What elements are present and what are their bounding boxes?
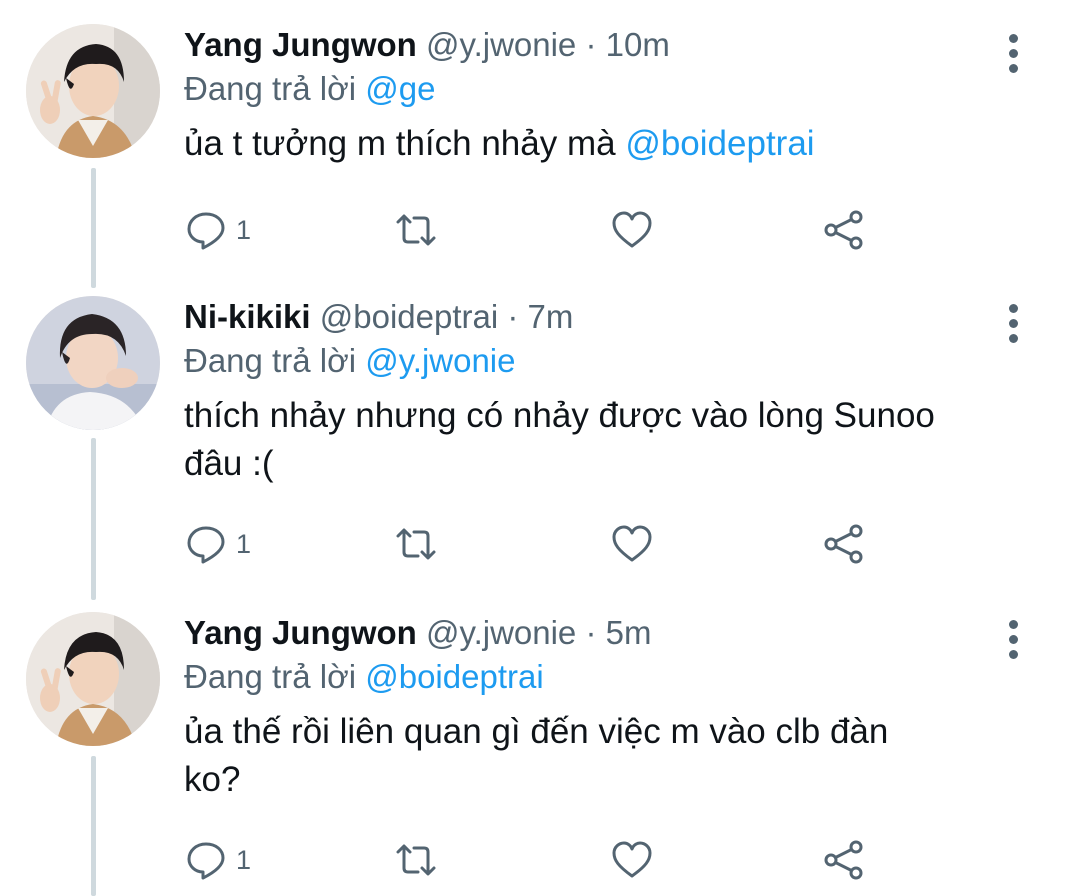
tweet-text-part: ủa t tưởng m thích nhảy mà bbox=[184, 124, 626, 163]
display-name[interactable]: Yang Jungwon bbox=[184, 26, 417, 63]
tweet-header: Yang Jungwon @y.jwonie · 10m bbox=[184, 24, 1020, 66]
tweet-actions: 1 bbox=[184, 208, 884, 256]
thread-line bbox=[91, 168, 96, 288]
tweet-text: ủa thế rồi liên quan gì đến việc m vào c… bbox=[184, 708, 1020, 804]
replying-to-mention[interactable]: @y.jwonie bbox=[365, 342, 515, 379]
reply-icon bbox=[187, 842, 225, 880]
reply-button[interactable]: 1 bbox=[184, 208, 251, 252]
handle[interactable]: @y.jwonie bbox=[426, 26, 576, 63]
more-options-icon[interactable] bbox=[1006, 304, 1020, 343]
separator: · bbox=[585, 614, 597, 651]
timestamp[interactable]: 5m bbox=[606, 614, 652, 651]
like-button[interactable] bbox=[610, 838, 654, 882]
more-options-icon[interactable] bbox=[1006, 34, 1020, 73]
tweet-actions: 1 bbox=[184, 838, 884, 886]
like-icon bbox=[612, 841, 652, 878]
avatar[interactable] bbox=[26, 296, 160, 430]
avatar-jungwon-image bbox=[26, 612, 160, 746]
replying-to: Đang trả lời @y.jwonie bbox=[184, 340, 1020, 382]
reply-button[interactable]: 1 bbox=[184, 522, 251, 566]
reply-button[interactable]: 1 bbox=[184, 838, 251, 882]
avatar-jungwon-image bbox=[26, 24, 160, 158]
share-icon bbox=[824, 524, 863, 564]
reply-count: 1 bbox=[236, 528, 252, 559]
display-name[interactable]: Yang Jungwon bbox=[184, 614, 417, 651]
retweet-button[interactable] bbox=[394, 838, 438, 882]
tweet-actions: 1 bbox=[184, 522, 884, 570]
retweet-button[interactable] bbox=[394, 208, 438, 252]
timestamp[interactable]: 10m bbox=[606, 26, 670, 63]
reply-count: 1 bbox=[236, 844, 252, 875]
replying-to-label: Đang trả lời bbox=[184, 342, 357, 379]
retweet-icon bbox=[396, 528, 436, 560]
mention-link[interactable]: @boideptrai bbox=[625, 124, 814, 163]
tweet-text-line: thích nhảy nhưng có nhảy được vào lòng S… bbox=[184, 396, 935, 435]
avatar[interactable] bbox=[26, 24, 160, 158]
tweet-header: Yang Jungwon @y.jwonie · 5m bbox=[184, 612, 1020, 654]
tweet-header: Ni-kikiki @boideptrai · 7m bbox=[184, 296, 1020, 338]
replying-to: Đang trả lời @ge bbox=[184, 68, 1020, 110]
reply-count: 1 bbox=[236, 214, 252, 245]
retweet-icon bbox=[396, 214, 436, 246]
like-icon bbox=[612, 525, 652, 562]
timestamp[interactable]: 7m bbox=[528, 298, 574, 335]
share-icon bbox=[824, 210, 863, 250]
separator: · bbox=[585, 26, 597, 63]
tweet-text: ủa t tưởng m thích nhảy mà @boideptrai bbox=[184, 120, 1020, 168]
like-icon bbox=[612, 211, 652, 248]
handle[interactable]: @y.jwonie bbox=[426, 614, 576, 651]
more-options-icon[interactable] bbox=[1006, 620, 1020, 659]
separator: · bbox=[507, 298, 519, 335]
replying-to: Đang trả lời @boideptrai bbox=[184, 656, 1020, 698]
like-button[interactable] bbox=[610, 522, 654, 566]
share-button[interactable] bbox=[822, 838, 866, 882]
thread-line bbox=[91, 756, 96, 896]
avatar[interactable] bbox=[26, 612, 160, 746]
thread-line bbox=[91, 438, 96, 600]
tweet-text-line: ủa thế rồi liên quan gì đến việc m vào c… bbox=[184, 712, 889, 751]
display-name[interactable]: Ni-kikiki bbox=[184, 298, 311, 335]
replying-to-label: Đang trả lời bbox=[184, 70, 357, 107]
replying-to-mention[interactable]: @ge bbox=[365, 70, 435, 107]
handle[interactable]: @boideptrai bbox=[320, 298, 498, 335]
retweet-button[interactable] bbox=[394, 522, 438, 566]
avatar-nikikiki-image bbox=[26, 296, 160, 430]
tweet-text-line: ko? bbox=[184, 760, 241, 799]
share-button[interactable] bbox=[822, 522, 866, 566]
retweet-icon bbox=[396, 844, 436, 876]
reply-icon bbox=[187, 526, 225, 564]
tweet-text: thích nhảy nhưng có nhảy được vào lòng S… bbox=[184, 392, 1020, 488]
replying-to-label: Đang trả lời bbox=[184, 658, 357, 695]
replying-to-mention[interactable]: @boideptrai bbox=[365, 658, 543, 695]
share-button[interactable] bbox=[822, 208, 866, 252]
tweet-text-line: đâu :( bbox=[184, 444, 274, 483]
reply-icon bbox=[187, 212, 225, 250]
like-button[interactable] bbox=[610, 208, 654, 252]
share-icon bbox=[824, 840, 863, 880]
